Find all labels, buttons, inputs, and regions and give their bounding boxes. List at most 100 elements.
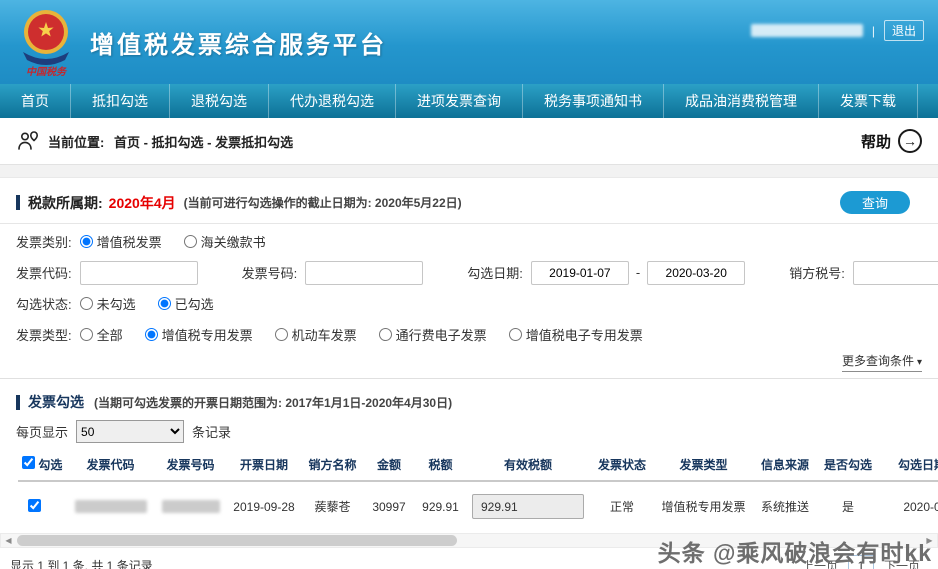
nav-item-enterprise-info[interactable]: 企业综合信息 xyxy=(918,84,938,118)
help-button[interactable]: 帮助 → xyxy=(861,129,922,153)
type-vehicle-radio[interactable] xyxy=(274,328,288,341)
nav-item-tax-notice[interactable]: 税务事项通知书 xyxy=(523,84,664,118)
date-range-dash: - xyxy=(635,265,641,280)
type-toll-radio[interactable] xyxy=(378,328,392,341)
page-size-suffix: 条记录 xyxy=(192,425,232,440)
header-amount: 金额 xyxy=(365,449,413,482)
breadcrumb-path: 首页 - 抵扣勾选 - 发票抵扣勾选 xyxy=(113,134,294,150)
radio-type-e-special[interactable]: 增值税电子专用发票 xyxy=(508,325,643,344)
customs-payment-radio[interactable] xyxy=(183,235,197,248)
header-effective-tax: 有效税额 xyxy=(468,449,588,482)
type-toll-radio-label: 通行费电子发票 xyxy=(395,328,487,343)
checked-radio[interactable] xyxy=(157,297,171,310)
row-seller-name: 蒺藜苍 xyxy=(314,500,351,514)
header-check-date: 勾选日期 xyxy=(877,449,938,482)
type-special-radio[interactable] xyxy=(144,328,158,341)
tax-period-value: 2020年4月 xyxy=(108,194,176,211)
accent-bar xyxy=(16,394,20,410)
check-date-from-input[interactable] xyxy=(530,260,629,285)
nav-item-refund-check[interactable]: 退税勾选 xyxy=(170,84,269,118)
radio-type-toll[interactable]: 通行费电子发票 xyxy=(378,325,487,344)
masked-invoice-code xyxy=(74,500,147,513)
customs-payment-radio-label: 海关缴款书 xyxy=(200,235,266,250)
seller-tax-no-group: 销方税号: xyxy=(789,260,938,285)
check-status-label: 勾选状态: xyxy=(16,297,72,312)
breadcrumb-prefix: 当前位置: xyxy=(48,134,105,150)
logout-button[interactable]: 退出 xyxy=(883,20,924,41)
invoice-number-label: 发票号码: xyxy=(241,266,298,281)
chevron-down-icon: ▾ xyxy=(916,357,922,368)
invoice-table-wrap: 勾选 发票代码 发票号码 开票日期 销方名称 金额 税额 有效税额 发票状态 发… xyxy=(18,449,938,531)
nav-item-home[interactable]: 首页 xyxy=(0,84,71,118)
type-all-radio[interactable] xyxy=(79,328,93,341)
table-footer: 显示 1 到 1 条, 共 1 条记录 上一页 1 下一页 xyxy=(0,548,938,569)
type-vehicle-radio-label: 机动车发票 xyxy=(291,328,357,343)
breadcrumb-bar: 当前位置: 首页 - 抵扣勾选 - 发票抵扣勾选 帮助 → xyxy=(0,118,938,165)
filter-row-category: 发票类别: 增值税发票 海关缴款书 xyxy=(16,226,922,257)
invoice-number-input[interactable] xyxy=(305,260,424,285)
masked-invoice-number xyxy=(161,500,220,513)
invoice-code-input[interactable] xyxy=(79,260,198,285)
row-effective-tax-cell: 929.91 xyxy=(468,481,588,531)
scrollbar-thumb[interactable] xyxy=(17,535,457,546)
type-e-special-radio-label: 增值税电子专用发票 xyxy=(525,328,643,343)
more-conditions-row: 更多查询条件 ▾ xyxy=(0,350,938,378)
vat-invoice-radio[interactable] xyxy=(79,235,93,248)
effective-tax-input[interactable]: 929.91 xyxy=(472,494,584,519)
type-e-special-radio[interactable] xyxy=(508,328,522,341)
header-invoice-code: 发票代码 xyxy=(68,449,153,482)
help-arrow-icon: → xyxy=(898,129,922,153)
radio-type-all[interactable]: 全部 xyxy=(79,325,123,344)
scroll-left-arrow-icon[interactable]: ◀ xyxy=(1,534,16,547)
seller-tax-no-label: 销方税号: xyxy=(789,266,845,281)
accent-bar xyxy=(16,195,20,210)
nav-item-oil-tax-mgmt[interactable]: 成品油消费税管理 xyxy=(664,84,819,118)
nav-item-input-invoice-query[interactable]: 进项发票查询 xyxy=(396,84,523,118)
check-date-to-input[interactable] xyxy=(647,260,746,285)
prev-page-button[interactable]: 上一页 xyxy=(802,557,838,569)
radio-checked[interactable]: 已勾选 xyxy=(157,294,214,313)
row-check-date: 2020-0 xyxy=(903,499,938,514)
nav-item-invoice-download[interactable]: 发票下载 xyxy=(819,84,918,118)
check-date-group: 勾选日期: - xyxy=(467,260,746,285)
scroll-right-arrow-icon[interactable]: ▶ xyxy=(922,534,937,547)
record-summary: 显示 1 到 1 条, 共 1 条记录 xyxy=(10,559,153,569)
header-seller-name: 销方名称 xyxy=(300,449,365,482)
more-conditions-link[interactable]: 更多查询条件 ▾ xyxy=(841,352,922,372)
radio-type-vehicle[interactable]: 机动车发票 xyxy=(274,325,357,344)
page-number-button[interactable]: 1 xyxy=(847,555,874,569)
invoice-code-group: 发票代码: xyxy=(16,260,198,285)
header-is-checked: 是否勾选 xyxy=(819,449,877,482)
header-separator: | xyxy=(871,23,875,38)
row-checkbox[interactable] xyxy=(28,498,41,512)
vat-invoice-platform-page: 中国税务 增值税发票综合服务平台 | 退出 首页 抵扣勾选 退税勾选 代办退税勾… xyxy=(0,0,938,569)
row-invoice-number xyxy=(153,481,228,531)
vat-invoice-radio-label: 增值税发票 xyxy=(96,235,162,250)
query-button[interactable]: 查询 xyxy=(839,191,910,214)
invoice-check-title: 发票勾选 xyxy=(28,394,84,410)
page-size-select[interactable]: 50 xyxy=(76,420,185,443)
row-type: 增值税专用发票 xyxy=(661,500,746,514)
radio-type-special[interactable]: 增值税专用发票 xyxy=(144,325,253,344)
breadcrumb: 当前位置: 首页 - 抵扣勾选 - 发票抵扣勾选 xyxy=(48,132,293,151)
radio-customs-payment[interactable]: 海关缴款书 xyxy=(183,232,266,251)
row-tax: 929.91 xyxy=(422,499,459,514)
more-conditions-text: 更多查询条件 xyxy=(841,354,914,368)
type-all-radio-label: 全部 xyxy=(96,328,123,343)
radio-vat-invoice[interactable]: 增值税发票 xyxy=(79,232,162,251)
nav-item-agent-refund-check[interactable]: 代办退税勾选 xyxy=(269,84,396,118)
unchecked-radio[interactable] xyxy=(79,297,93,310)
china-tax-emblem-icon: 中国税务 xyxy=(23,10,69,77)
checked-radio-label: 已勾选 xyxy=(174,297,214,312)
next-page-button[interactable]: 下一页 xyxy=(884,557,920,569)
row-status: 正常 xyxy=(609,500,634,514)
nav-item-deduction-check[interactable]: 抵扣勾选 xyxy=(71,84,170,118)
tax-period-section-header: 税款所属期: 2020年4月 (当前可进行勾选操作的截止日期为: 2020年5月… xyxy=(0,178,938,223)
filter-row-status: 勾选状态: 未勾选 已勾选 xyxy=(16,288,922,319)
radio-unchecked[interactable]: 未勾选 xyxy=(79,294,136,313)
select-all-checkbox[interactable] xyxy=(22,456,35,469)
seller-tax-no-input[interactable] xyxy=(852,260,938,285)
filter-row-type: 发票类型: 全部 增值税专用发票 机动车发票 通行费电子发票 增值税电子专用发票 xyxy=(16,319,922,350)
invoice-number-group: 发票号码: xyxy=(241,260,424,285)
horizontal-scrollbar[interactable]: ◀ ▶ xyxy=(0,533,938,548)
